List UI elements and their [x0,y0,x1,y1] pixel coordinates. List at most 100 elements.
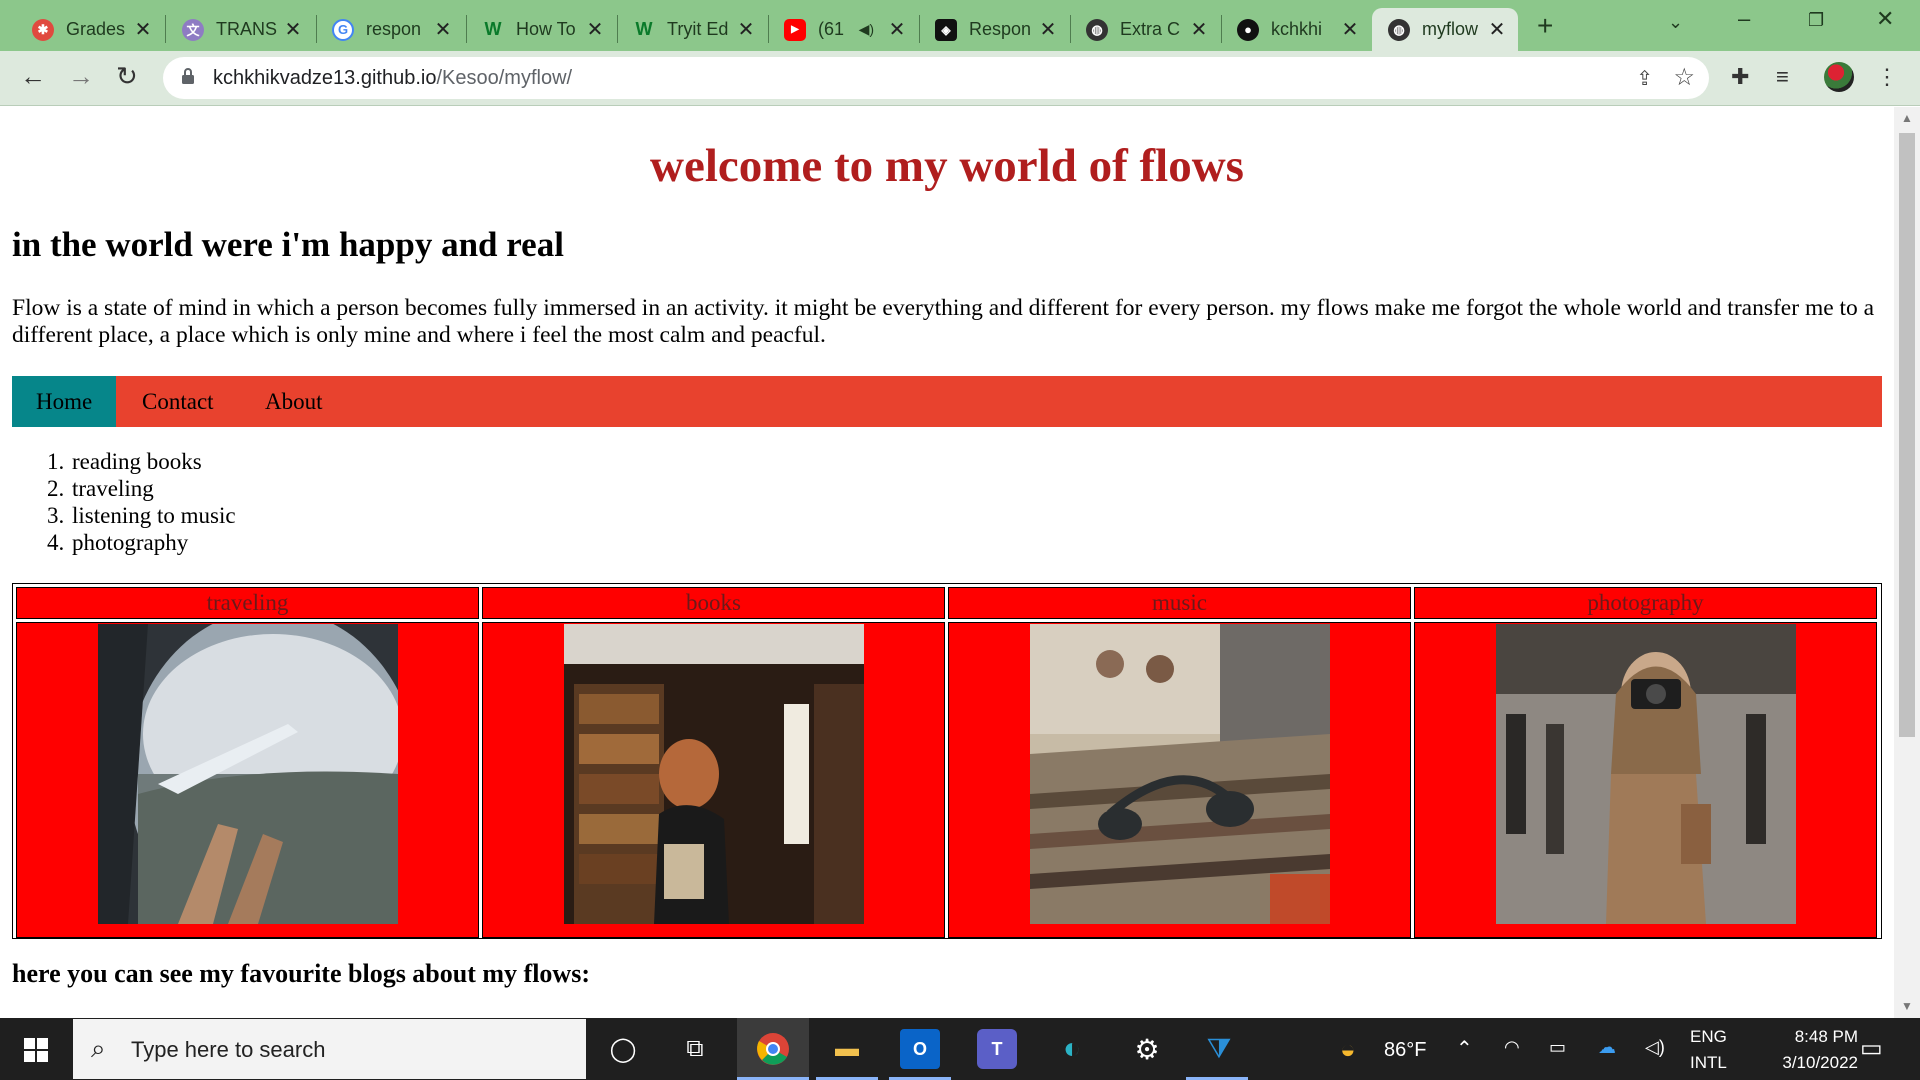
url-text[interactable]: kchkhikvadze13.github.io/Kesoo/myflow/ [213,67,572,90]
browser-tab-active[interactable]: ◍ myflow ✕ [1372,8,1518,51]
close-tab-icon[interactable]: ✕ [1488,17,1506,42]
reload-icon[interactable]: ↻ [116,61,138,92]
address-bar[interactable]: kchkhikvadze13.github.io/Kesoo/myflow/ ⇪… [163,57,1709,99]
extensions-puzzle-icon[interactable]: ✚ [1731,64,1749,90]
bookmark-star-icon[interactable]: ☆ [1673,63,1695,92]
tab-title: (61 [818,19,845,39]
url-host: kchkhikvadze13.github.io [213,67,437,89]
task-view-icon[interactable]: ⧉ [675,1029,715,1069]
nav-home-link[interactable]: Home [12,376,117,427]
nav-about-link[interactable]: About [241,376,347,427]
close-tab-icon[interactable]: ✕ [586,17,604,42]
wifi-icon[interactable]: ◠ [1504,1037,1520,1058]
settings-gear-icon[interactable]: ⚙ [1127,1029,1167,1069]
tab-title: Tryit Ed [667,19,729,39]
close-tab-icon[interactable]: ✕ [888,17,906,42]
tab-title: Extra C [1120,19,1181,39]
browser-tab[interactable]: ◍ Extra C ✕ [1070,8,1220,51]
intro-paragraph: Flow is a state of mind in which a perso… [12,295,1875,348]
chrome-menu-icon[interactable]: ⋮ [1876,64,1898,90]
translate-icon: 文 [182,18,204,41]
gallery-cell [16,622,479,938]
page-scrollbar[interactable]: ▲ ▼ [1894,107,1920,1018]
close-tab-icon[interactable]: ✕ [434,17,452,42]
teams-icon[interactable]: T [977,1029,1017,1069]
chrome-icon[interactable] [753,1029,793,1069]
flows-gallery-table: traveling books music photography [12,583,1882,939]
close-window-icon[interactable]: ✕ [1876,6,1894,32]
woman-with-camera-photo [1496,624,1796,924]
windows-start-icon[interactable] [24,1038,48,1062]
share-icon[interactable]: ⇪ [1636,66,1653,91]
tab-search-chevron-icon[interactable]: ⌄ [1668,12,1683,33]
tab-title: Respon [969,19,1032,39]
back-arrow-icon[interactable]: ← [20,61,46,92]
profile-avatar[interactable] [1824,62,1854,92]
weather-temp[interactable]: 86°F [1384,1039,1426,1062]
page-viewport: welcome to my world of flows in the worl… [0,107,1894,1018]
vscode-icon[interactable]: ⧩ [1199,1029,1239,1069]
globe-icon: ◍ [1086,18,1108,41]
tab-title: kchkhi [1271,19,1323,39]
audio-playing-icon[interactable]: ◀) [859,21,874,38]
scroll-up-arrow-icon[interactable]: ▲ [1901,111,1913,125]
weather-icon[interactable]: ◒ [1340,1034,1356,1065]
close-tab-icon[interactable]: ✕ [1190,17,1208,42]
browser-tab[interactable]: G respon ✕ [316,8,464,51]
clock-time: 8:48 PM [1794,1027,1858,1046]
search-placeholder: Type here to search [131,1037,326,1062]
gallery-header-photography: photography [1414,587,1877,619]
scroll-down-arrow-icon[interactable]: ▼ [1901,999,1913,1013]
tab-title: Grades [66,19,126,39]
forward-arrow-icon[interactable]: → [68,61,94,92]
page-subtitle: in the world were i'm happy and real [12,225,564,264]
cortana-icon[interactable]: ◯ [603,1029,643,1069]
browser-tab[interactable]: ◈ Respon ✕ [919,8,1069,51]
browser-toolbar: ← → ↻ kchkhikvadze13.github.io/Kesoo/myf… [0,51,1920,106]
browser-tab[interactable]: ✱ Grades ✕ [16,8,164,51]
new-tab-icon[interactable]: + [1537,10,1553,42]
browser-tab[interactable]: ● kchkhi ✕ [1221,8,1371,51]
globe-icon: ◍ [1388,18,1410,41]
browser-tab[interactable]: W How To ✕ [466,8,616,51]
language-indicator[interactable]: ENG INTL [1690,1027,1727,1073]
vinyl-records-headphones-photo [1030,624,1330,924]
edge-icon[interactable]: ◐ [1052,1029,1092,1069]
windows-taskbar: ⌕ Type here to search ◯ ⧉ ▬ O T ◐ ⚙ ⧩ ◒ … [0,1018,1920,1080]
onedrive-cloud-icon[interactable]: ☁ [1598,1037,1616,1058]
show-hidden-icons-chevron-icon[interactable]: ⌃ [1456,1036,1473,1061]
file-explorer-icon[interactable]: ▬ [827,1029,867,1069]
list-item: listening to music [70,502,236,529]
browser-tab[interactable]: W Tryit Ed ✕ [617,8,767,51]
grades-icon: ✱ [32,18,54,41]
minimize-icon[interactable]: – [1738,6,1750,32]
tab-strip: ✱ Grades ✕ 文 TRANS ✕ G respon ✕ W How To… [0,0,1920,51]
w3schools-icon: W [635,19,653,39]
notifications-icon[interactable]: ▭ [1860,1034,1883,1063]
blogs-heading: here you can see my favourite blogs abou… [12,959,590,988]
outlook-icon[interactable]: O [900,1029,940,1069]
youtube-icon: ▶ [784,18,806,41]
taskbar-search-box[interactable]: ⌕ Type here to search [73,1019,586,1079]
close-tab-icon[interactable]: ✕ [737,17,755,42]
media-control-icon[interactable]: ≡ [1776,64,1789,90]
close-tab-icon[interactable]: ✕ [134,17,152,42]
volume-icon[interactable]: ◁) [1645,1037,1665,1058]
scrollbar-thumb[interactable] [1899,133,1915,737]
github-icon: ● [1237,18,1259,41]
close-tab-icon[interactable]: ✕ [284,17,302,42]
clock[interactable]: 8:48 PM 3/10/2022 [1748,1027,1858,1073]
airplane-window-photo [98,624,398,924]
nav-contact-link[interactable]: Contact [118,376,238,427]
gallery-cell [1414,622,1877,938]
gallery-header-books: books [482,587,945,619]
browser-tab[interactable]: 文 TRANS ✕ [166,8,314,51]
close-tab-icon[interactable]: ✕ [1039,17,1057,42]
battery-icon[interactable]: ▭ [1549,1037,1566,1058]
close-tab-icon[interactable]: ✕ [1341,17,1359,42]
flows-list: reading books traveling listening to mus… [70,448,236,556]
bookshop-photo [564,624,864,924]
restore-icon[interactable]: ❐ [1808,10,1824,31]
search-icon: ⌕ [91,1033,106,1063]
browser-tab[interactable]: ▶ (61 ◀) ✕ [768,8,918,51]
